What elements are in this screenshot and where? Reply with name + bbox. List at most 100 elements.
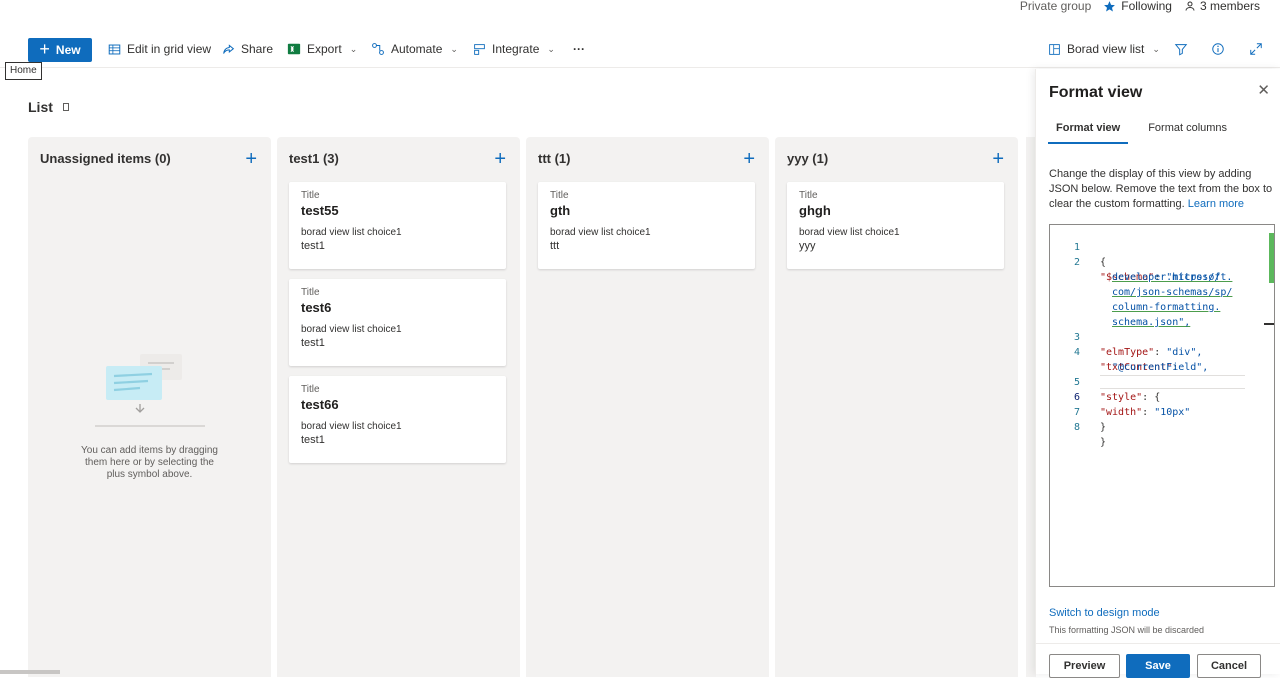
cancel-button[interactable]: Cancel: [1197, 654, 1261, 678]
following-button[interactable]: Following: [1103, 0, 1172, 13]
edit-grid-button[interactable]: Edit in grid view: [108, 42, 211, 56]
page-title: List: [28, 99, 69, 115]
filter-button[interactable]: [1174, 42, 1188, 56]
card-field-label: Title: [301, 190, 320, 201]
code-value: "10px": [1154, 407, 1191, 418]
flow-icon: [372, 43, 384, 55]
code-value: "div",: [1166, 347, 1203, 358]
board-card[interactable]: Title test55 borad view list choice1 tes…: [289, 182, 506, 269]
new-label: New: [55, 43, 81, 57]
integrate-button[interactable]: Integrate ⌄: [473, 42, 555, 56]
board-icon: [1049, 43, 1060, 55]
preview-button[interactable]: Preview: [1049, 654, 1120, 678]
board-card[interactable]: Title test6 borad view list choice1 test…: [289, 279, 506, 366]
switch-design-mode-link[interactable]: Switch to design mode: [1049, 607, 1160, 619]
export-label: Export: [307, 42, 342, 56]
card-field-label: Title: [301, 384, 320, 395]
card-choice-label: borad view list choice1: [301, 421, 402, 432]
members-label: 3 members: [1199, 0, 1260, 13]
add-item-button[interactable]: +: [992, 149, 1004, 169]
card-title[interactable]: test55: [301, 203, 494, 218]
members-button[interactable]: 3 members: [1184, 0, 1260, 13]
card-title[interactable]: test66: [301, 397, 494, 412]
board-card[interactable]: Title ghgh borad view list choice1 yyy: [787, 182, 1004, 269]
code-url: schema.json",: [1112, 317, 1191, 328]
chevron-down-icon: ⌄: [1152, 43, 1160, 54]
code-line-wrap: "@currentField",: [1050, 345, 1208, 373]
code-key: "width": [1100, 407, 1143, 418]
following-label: Following: [1121, 0, 1172, 13]
tab-format-view[interactable]: Format view: [1048, 122, 1129, 144]
page-icon[interactable]: [62, 103, 69, 111]
panel-description: Change the display of this view by addin…: [1049, 167, 1277, 212]
apps-icon: [474, 43, 485, 55]
code-line-wrap: com/json-schemas/sp/: [1050, 270, 1232, 298]
learn-more-link[interactable]: Learn more: [1188, 198, 1244, 210]
board-card[interactable]: Title gth borad view list choice1 ttt: [538, 182, 755, 269]
card-field-label: Title: [550, 190, 569, 201]
board-card[interactable]: Title test66 borad view list choice1 tes…: [289, 376, 506, 463]
info-icon: [1212, 43, 1224, 55]
view-switcher[interactable]: Borad view list ⌄: [1048, 42, 1160, 56]
card-choice-value: test1: [301, 240, 325, 252]
card-title[interactable]: test6: [301, 300, 494, 315]
board-column-unassigned: Unassigned items (0) + You can add items…: [28, 137, 271, 677]
card-choice-label: borad view list choice1: [550, 227, 651, 238]
code-line: 5 "style": {: [1050, 360, 1160, 403]
more-icon: ···: [573, 42, 585, 56]
code-key: "elmType": [1100, 347, 1155, 358]
column-heading: test1 (3): [289, 151, 339, 166]
editor-scroll-indicator[interactable]: [1269, 233, 1274, 283]
json-editor[interactable]: 1 { 2 "$schema": "https:// developer.mic…: [1049, 224, 1275, 587]
code-key: "style": [1100, 392, 1143, 403]
card-choice-label: borad view list choice1: [301, 324, 402, 335]
code-line-wrap: developer.microsoft.: [1050, 255, 1232, 283]
card-choice-value: ttt: [550, 240, 560, 252]
expand-button[interactable]: [1249, 42, 1263, 56]
export-button[interactable]: Export ⌄: [287, 42, 357, 56]
share-label: Share: [241, 42, 274, 56]
code-line: 3 "elmType": "div",: [1050, 315, 1202, 358]
card-choice-label: borad view list choice1: [799, 227, 900, 238]
code-line-wrap: schema.json",: [1050, 300, 1190, 328]
add-item-button[interactable]: +: [494, 149, 506, 169]
panel-title: Format view: [1049, 84, 1143, 101]
tab-format-columns[interactable]: Format columns: [1148, 122, 1227, 144]
expand-icon: [1250, 43, 1262, 55]
line-number: 8: [1073, 422, 1080, 433]
automate-button[interactable]: Automate ⌄: [371, 42, 458, 56]
info-button[interactable]: [1211, 42, 1225, 56]
code-line: 2 "$schema": "https://: [1050, 240, 1220, 283]
close-icon[interactable]: ✕: [1257, 81, 1270, 99]
code-line: 7 }: [1050, 390, 1106, 433]
save-button[interactable]: Save: [1126, 654, 1190, 678]
share-button[interactable]: Share: [222, 42, 273, 56]
code-text: }: [1100, 422, 1107, 433]
command-bar: + New Edit in grid view Share Export ⌄ A…: [0, 34, 1280, 68]
board-column-ttt: ttt (1) + Title gth borad view list choi…: [526, 137, 769, 677]
card-title[interactable]: gth: [550, 203, 743, 218]
horizontal-scrollbar[interactable]: [0, 670, 60, 674]
new-button[interactable]: + New: [28, 38, 92, 62]
discard-note: This formatting JSON will be discarded: [1049, 625, 1205, 635]
privacy-label: Private group: [1019, 0, 1092, 13]
card-title[interactable]: ghgh: [799, 203, 992, 218]
empty-illustration-icon: [94, 354, 205, 427]
excel-icon: [287, 43, 301, 55]
code-text: {: [1100, 257, 1107, 268]
star-icon: [1104, 0, 1116, 11]
filter-icon: [1174, 44, 1188, 56]
plus-icon: +: [39, 39, 50, 59]
code-url: developer.microsoft.: [1112, 272, 1233, 283]
add-item-button[interactable]: +: [245, 149, 257, 169]
person-icon: [1185, 1, 1195, 11]
card-choice-value: yyy: [799, 240, 816, 252]
more-button[interactable]: ···: [573, 42, 585, 56]
code-value: {: [1154, 392, 1161, 403]
board-column-test1: test1 (3) + Title test55 borad view list…: [277, 137, 520, 677]
code-line-wrap: column-formatting.: [1050, 285, 1220, 313]
add-item-button[interactable]: +: [743, 149, 755, 169]
chevron-down-icon: ⌄: [547, 43, 555, 54]
chevron-down-icon: ⌄: [349, 43, 358, 54]
code-url: column-formatting.: [1112, 302, 1221, 313]
